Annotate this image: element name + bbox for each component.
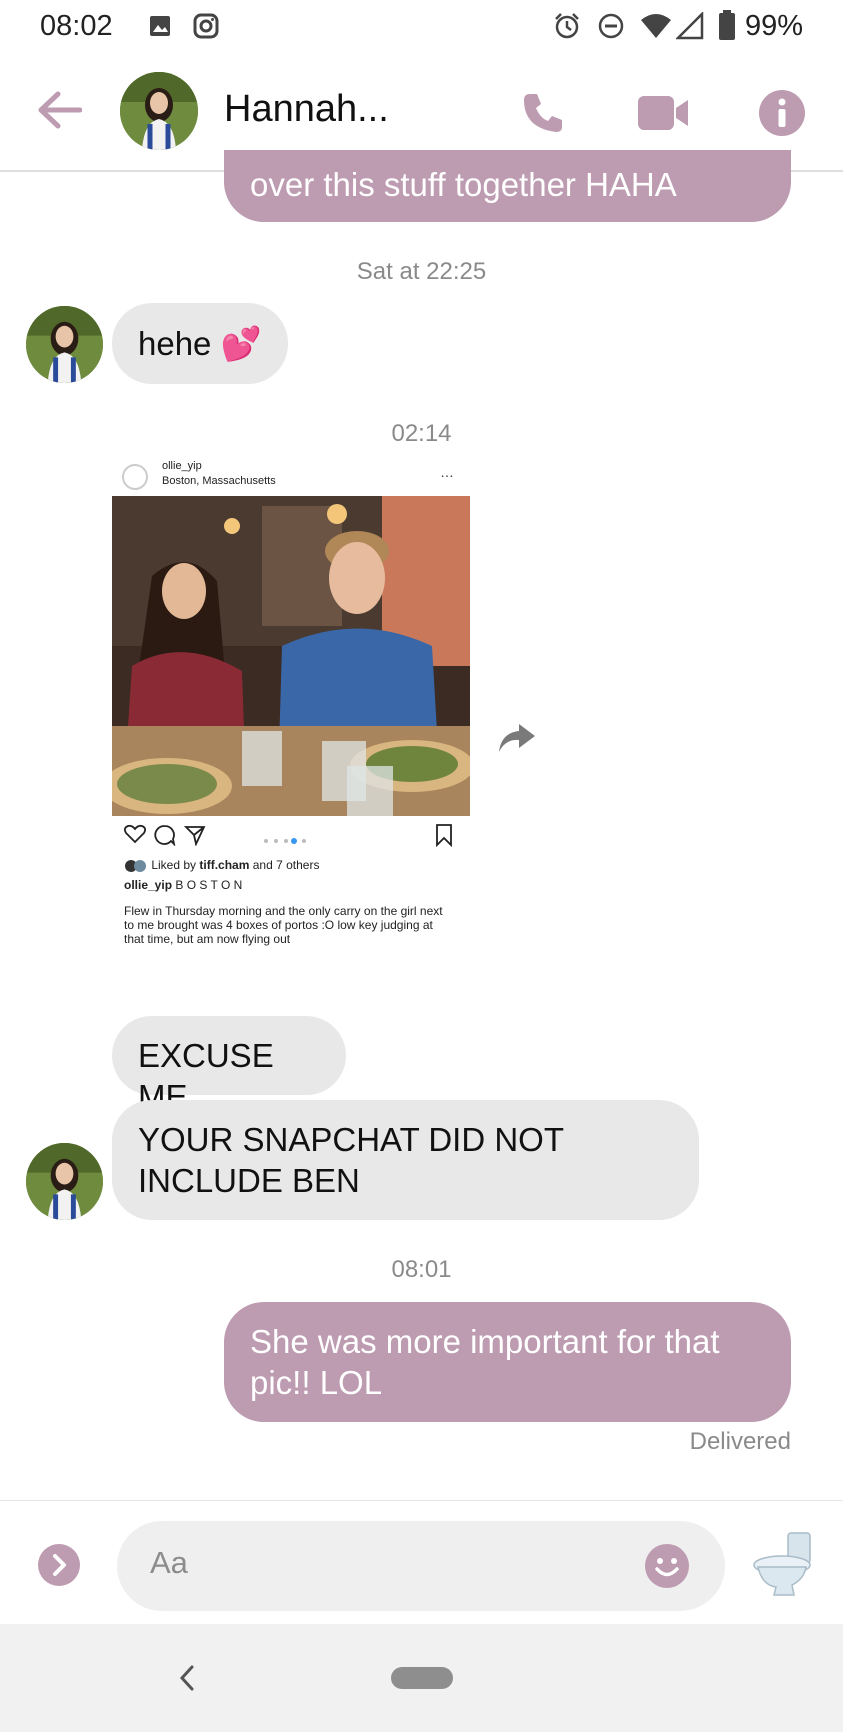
message-composer: Aa <box>0 1500 843 1625</box>
caption-title: B O S T O N <box>175 878 243 892</box>
comment-icon <box>154 824 176 851</box>
status-bar: 08:02 99% <box>0 0 843 52</box>
video-call-icon[interactable] <box>636 94 690 137</box>
sender-avatar[interactable] <box>26 306 103 383</box>
info-icon[interactable] <box>759 90 805 141</box>
sender-avatar[interactable] <box>26 1143 103 1220</box>
nav-back-icon[interactable] <box>178 1664 196 1697</box>
emoji-picker-icon[interactable] <box>645 1544 689 1593</box>
two-hearts-emoji: 💕 <box>220 325 262 362</box>
contact-avatar[interactable] <box>120 72 198 150</box>
cell-signal-icon <box>674 10 704 45</box>
delivered-status: Delivered <box>689 1428 791 1455</box>
carousel-dots <box>262 832 312 850</box>
alarm-icon <box>552 11 582 46</box>
message-bubble-incoming[interactable]: hehe 💕 <box>112 303 288 384</box>
shared-photo-message[interactable]: ollie_yip Boston, Massachusetts … Liked … <box>112 460 470 1012</box>
message-text: She was more important for that pic!! LO… <box>250 1323 720 1401</box>
battery-percent: 99% <box>744 10 803 42</box>
wifi-icon <box>640 12 672 45</box>
timestamp-divider: 08:01 <box>391 1256 452 1283</box>
back-arrow-icon[interactable] <box>36 90 83 135</box>
bookmark-icon <box>434 823 454 852</box>
timestamp-divider: Sat at 22:25 <box>356 258 487 285</box>
message-text: over this stuff together HAHA <box>250 166 677 203</box>
like-heart-icon <box>123 824 147 849</box>
status-time: 08:02 <box>40 10 113 42</box>
contact-name[interactable]: Hannah... <box>224 88 389 131</box>
message-bubble-incoming[interactable]: EXCUSE ME <box>112 1016 346 1115</box>
liked-by-user: tiff.cham <box>199 858 250 872</box>
do-not-disturb-icon <box>597 12 625 45</box>
post-location: Boston, Massachusetts <box>162 475 276 487</box>
toilet-emoji-icon[interactable] <box>752 1531 814 1602</box>
expand-actions-icon[interactable] <box>38 1544 80 1591</box>
phone-call-icon[interactable] <box>520 90 566 141</box>
forward-share-icon[interactable] <box>497 720 537 759</box>
system-navigation-bar <box>0 1624 843 1732</box>
message-input-placeholder: Aa <box>150 1545 188 1580</box>
message-input[interactable]: Aa <box>117 1521 725 1611</box>
post-username: ollie_yip <box>162 460 202 472</box>
profile-pic-icon <box>122 464 148 490</box>
message-text: YOUR SNAPCHAT DID NOT INCLUDE BEN <box>138 1121 564 1199</box>
share-icon <box>183 824 206 851</box>
caption-username: ollie_yip <box>124 878 173 892</box>
liked-by-line: Liked by tiff.cham and 7 others <box>124 858 319 873</box>
more-options-icon: … <box>440 464 454 480</box>
battery-icon <box>718 10 736 45</box>
gallery-notification-icon <box>148 14 172 43</box>
message-bubble-incoming[interactable]: YOUR SNAPCHAT DID NOT INCLUDE BEN <box>112 1100 699 1220</box>
timestamp-divider: 02:14 <box>391 420 452 447</box>
instagram-notification-icon <box>192 12 220 45</box>
caption-title-line: ollie_yip B O S T O N <box>124 878 242 892</box>
post-photo <box>112 496 470 816</box>
liked-by-avatars <box>124 859 148 873</box>
message-text: hehe <box>138 325 212 362</box>
nav-home-pill[interactable] <box>391 1667 453 1689</box>
message-bubble-outgoing-previous[interactable]: over this stuff together HAHA <box>224 150 791 222</box>
post-header: ollie_yip Boston, Massachusetts … <box>112 460 470 496</box>
message-bubble-outgoing[interactable]: She was more important for that pic!! LO… <box>224 1302 791 1422</box>
caption-body: Flew in Thursday morning and the only ca… <box>124 904 443 946</box>
